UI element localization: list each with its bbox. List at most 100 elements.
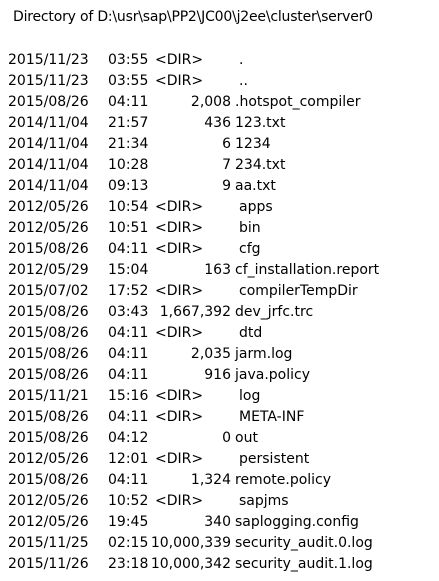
entry-date: 2015/08/26 [8,241,89,257]
file-entry-row: 2015/08/26 04:12 0 out [8,428,439,449]
entry-time: 10:52 [108,493,149,509]
file-entry-row: 2014/11/04 09:13 9 aa.txt [8,176,439,197]
file-entry-row: 2015/08/26 04:11 2,008 .hotspot_compiler [8,92,439,113]
entry-name: java.policy [235,367,310,383]
entry-time: 04:11 [108,346,149,362]
entry-date: 2015/11/23 [8,52,89,68]
entry-name: META-INF [239,409,305,425]
entry-type: <DIR> [155,493,204,509]
entry-name: cfg [239,241,261,257]
entry-date: 2015/08/26 [8,94,89,110]
entry-time: 04:12 [108,430,149,446]
entry-time: 04:11 [108,472,149,488]
entry-date: 2015/08/26 [8,472,89,488]
entry-time: 10:51 [108,220,149,236]
entry-size: 0 [222,430,231,446]
file-entry-row: 2015/11/23 03:55 <DIR>.. [8,71,439,92]
entry-size: 7 [222,157,231,173]
entry-name: dev_jrfc.trc [235,304,314,320]
entry-name: sapjms [239,493,289,509]
entry-type: <DIR> [155,220,204,236]
entry-name: bin [239,220,261,236]
file-entry-row: 2012/05/26 10:54 <DIR> apps [8,197,439,218]
file-entry-row: 2015/11/21 15:16 <DIR> log [8,386,439,407]
entry-size: 916 [204,367,231,383]
entry-type: <DIR> [155,52,204,68]
file-entry-row: 2015/08/26 04:11 <DIR> cfg [8,239,439,260]
entry-type: <DIR> [155,388,204,404]
entry-time: 19:45 [108,514,149,530]
file-entry-row: 2015/08/26 03:43 1,667,392 dev_jrfc.trc [8,302,439,323]
entry-date: 2015/11/25 [8,535,89,551]
file-entry-row: 2015/08/26 04:11 2,035 jarm.log [8,344,439,365]
entry-type: <DIR> [155,241,204,257]
entry-date: 2012/05/29 [8,262,89,278]
entry-time: 04:11 [108,325,149,341]
entry-date: 2012/05/26 [8,514,89,530]
file-entry-row: 2014/11/04 10:28 7 234.txt [8,155,439,176]
file-entry-row: 2012/05/26 10:51 <DIR> bin [8,218,439,239]
entry-date: 2012/05/26 [8,199,89,215]
directory-listing: 2015/11/23 03:55 <DIR>. 2015/11/23 03:55 <DIR… [8,50,439,575]
entry-size: 436 [204,115,231,131]
entry-size: 1,324 [190,472,231,488]
entry-time: 04:11 [108,241,149,257]
entry-name: .hotspot_compiler [235,94,361,110]
entry-date: 2014/11/04 [8,115,89,131]
entry-time: 12:01 [108,451,149,467]
entry-time: 10:54 [108,199,149,215]
entry-size: 10,000,339 [150,535,231,551]
entry-date: 2015/11/26 [8,556,89,572]
entry-date: 2015/08/26 [8,430,89,446]
entry-name: persistent [239,451,310,467]
entry-type: <DIR> [155,283,204,299]
entry-name: remote.policy [235,472,332,488]
file-entry-row: 2015/08/26 04:11 916 java.policy [8,365,439,386]
entry-date: 2015/11/23 [8,73,89,89]
entry-type: <DIR> [155,325,204,341]
entry-date: 2015/08/26 [8,367,89,383]
entry-date: 2015/11/21 [8,388,89,404]
entry-date: 2012/05/26 [8,451,89,467]
entry-name: .. [239,73,248,89]
entry-name: jarm.log [235,346,293,362]
entry-name: security_audit.0.log [235,535,373,551]
file-entry-row: 2012/05/26 10:52 <DIR> sapjms [8,491,439,512]
file-entry-row: 2015/07/02 17:52 <DIR> compilerTempDir [8,281,439,302]
entry-name: . [239,52,244,68]
entry-date: 2015/08/26 [8,325,89,341]
entry-name: dtd [239,325,263,341]
entry-date: 2012/05/26 [8,493,89,509]
entry-name: log [239,388,261,404]
entry-date: 2015/08/26 [8,409,89,425]
entry-time: 02:15 [108,535,149,551]
file-entry-row: 2015/08/26 04:11 <DIR> META-INF [8,407,439,428]
entry-name: saplogging.config [235,514,359,530]
entry-size: 163 [204,262,231,278]
entry-size: 2,035 [190,346,231,362]
entry-time: 09:13 [108,178,149,194]
entry-size: 6 [222,136,231,152]
entry-time: 17:52 [108,283,149,299]
entry-name: security_audit.1.log [235,556,373,572]
file-entry-row: 2015/08/26 04:11 <DIR> dtd [8,323,439,344]
file-entry-row: 2014/11/04 21:57 436 123.txt [8,113,439,134]
entry-date: 2014/11/04 [8,136,89,152]
entry-date: 2012/05/26 [8,220,89,236]
entry-name: aa.txt [235,178,276,194]
entry-name: 234.txt [235,157,286,173]
entry-size: 1,667,392 [159,304,231,320]
entry-time: 03:55 [108,52,149,68]
file-entry-row: 2015/11/23 03:55 <DIR>. [8,50,439,71]
entry-type: <DIR> [155,199,204,215]
entry-date: 2015/08/26 [8,346,89,362]
entry-time: 03:55 [108,73,149,89]
entry-time: 23:18 [108,556,149,572]
entry-size: 10,000,342 [150,556,231,572]
entry-name: cf_installation.report [235,262,380,278]
entry-name: 1234 [235,136,271,152]
entry-time: 15:16 [108,388,149,404]
entry-time: 21:57 [108,115,149,131]
entry-name: 123.txt [235,115,286,131]
entry-type: <DIR> [155,409,204,425]
